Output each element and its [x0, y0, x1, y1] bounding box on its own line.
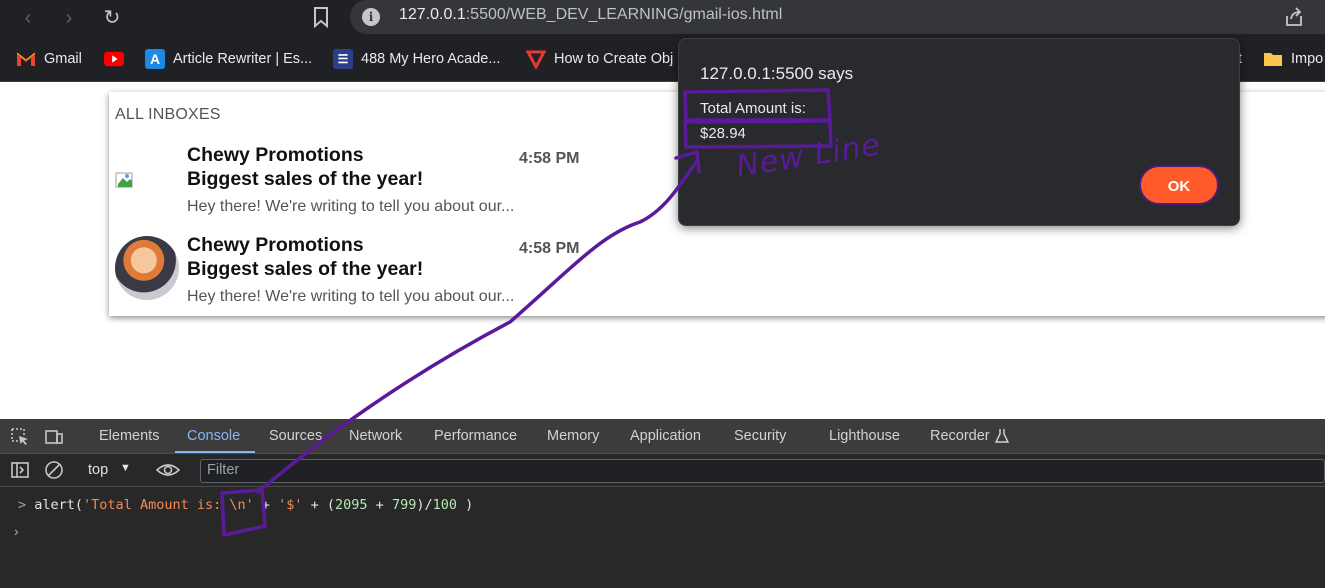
- youtube-icon: [104, 49, 124, 69]
- tab-sources[interactable]: Sources: [269, 428, 322, 444]
- url-text[interactable]: 127.0.0.1:5500/WEB_DEV_LEARNING/gmail-io…: [399, 6, 782, 24]
- bookmark-folder-impo[interactable]: Impo: [1263, 48, 1323, 70]
- tab-network[interactable]: Network: [349, 428, 402, 444]
- email-subject: Biggest sales of the year!: [187, 168, 424, 190]
- flask-icon: [994, 429, 1010, 443]
- email-item[interactable]: Chewy Promotions Biggest sales of the ye…: [109, 234, 709, 324]
- dialog-message-line2: $28.94: [700, 125, 746, 142]
- bookmark-my-hero[interactable]: ☰ 488 My Hero Acade...: [333, 48, 500, 70]
- console-input-line[interactable]: > alert('Total Amount is: \n' + '$' + (2…: [18, 497, 473, 513]
- email-preview: Hey there! We're writing to tell you abo…: [187, 198, 515, 215]
- folder-icon: [1263, 49, 1283, 69]
- bookmark-article-rewriter[interactable]: A Article Rewriter | Es...: [145, 48, 312, 70]
- email-subject: Biggest sales of the year!: [187, 258, 424, 280]
- inbox-title: ALL INBOXES: [115, 106, 221, 123]
- back-icon[interactable]: ‹: [14, 4, 42, 32]
- tab-elements[interactable]: Elements: [99, 428, 159, 444]
- filter-input-box[interactable]: [200, 459, 1325, 483]
- context-selector[interactable]: top: [88, 462, 108, 478]
- devtools-panel: Elements Console Sources Network Perform…: [0, 419, 1325, 588]
- filter-input[interactable]: [201, 460, 1324, 480]
- email-preview: Hey there! We're writing to tell you abo…: [187, 288, 515, 305]
- bookmark-how-to-create[interactable]: How to Create Obj: [526, 48, 673, 70]
- email-item[interactable]: Chewy Promotions Biggest sales of the ye…: [109, 144, 709, 234]
- tab-recorder[interactable]: Recorder: [930, 428, 990, 444]
- device-toolbar-icon[interactable]: [44, 427, 64, 447]
- prompt-chevron-icon: >: [18, 497, 35, 513]
- active-tab-indicator: [175, 451, 255, 453]
- gmail-icon: [16, 49, 36, 69]
- vivaldi-icon: [526, 49, 546, 69]
- eye-icon[interactable]: [156, 460, 180, 480]
- bookmark-youtube[interactable]: [104, 48, 124, 70]
- alert-dialog: 127.0.0.1:5500 says Total Amount is: $28…: [678, 38, 1240, 226]
- reload-icon[interactable]: ↻: [98, 4, 126, 32]
- tab-security[interactable]: Security: [734, 428, 786, 444]
- chevron-down-icon[interactable]: ▼: [120, 462, 131, 474]
- site-info-icon[interactable]: i: [362, 8, 380, 26]
- tab-console[interactable]: Console: [187, 428, 240, 444]
- console-toolbar: top ▼: [0, 454, 1325, 487]
- tab-memory[interactable]: Memory: [547, 428, 599, 444]
- tab-lighthouse[interactable]: Lighthouse: [829, 428, 900, 444]
- console-prompt-icon[interactable]: ›: [14, 523, 19, 539]
- bookmark-icon[interactable]: [312, 6, 330, 28]
- tab-application[interactable]: Application: [630, 428, 701, 444]
- tab-performance[interactable]: Performance: [434, 428, 517, 444]
- email-sender: Chewy Promotions: [187, 234, 364, 256]
- ok-button[interactable]: OK: [1139, 165, 1219, 205]
- manga-icon: ☰: [333, 49, 353, 69]
- avatar: [115, 236, 179, 300]
- broken-image-icon: [115, 172, 133, 188]
- dialog-message-line1: Total Amount is:: [700, 100, 806, 117]
- forward-icon[interactable]: ›: [55, 4, 83, 32]
- email-sender: Chewy Promotions: [187, 144, 364, 166]
- email-time: 4:58 PM: [519, 240, 580, 257]
- article-rewriter-icon: A: [145, 49, 165, 69]
- browser-toolbar: ‹ › ↻ i 127.0.0.1:5500/WEB_DEV_LEARNING/…: [0, 0, 1325, 36]
- sidebar-toggle-icon[interactable]: [10, 460, 30, 480]
- clear-console-icon[interactable]: [44, 460, 64, 480]
- dialog-origin: 127.0.0.1:5500 says: [700, 64, 854, 83]
- inspect-element-icon[interactable]: [10, 427, 30, 447]
- email-time: 4:58 PM: [519, 150, 580, 167]
- address-bar[interactable]: i 127.0.0.1:5500/WEB_DEV_LEARNING/gmail-…: [350, 0, 1325, 34]
- bookmark-gmail[interactable]: Gmail: [16, 48, 82, 70]
- share-icon[interactable]: [1283, 6, 1305, 28]
- devtools-tab-bar: Elements Console Sources Network Perform…: [0, 419, 1325, 454]
